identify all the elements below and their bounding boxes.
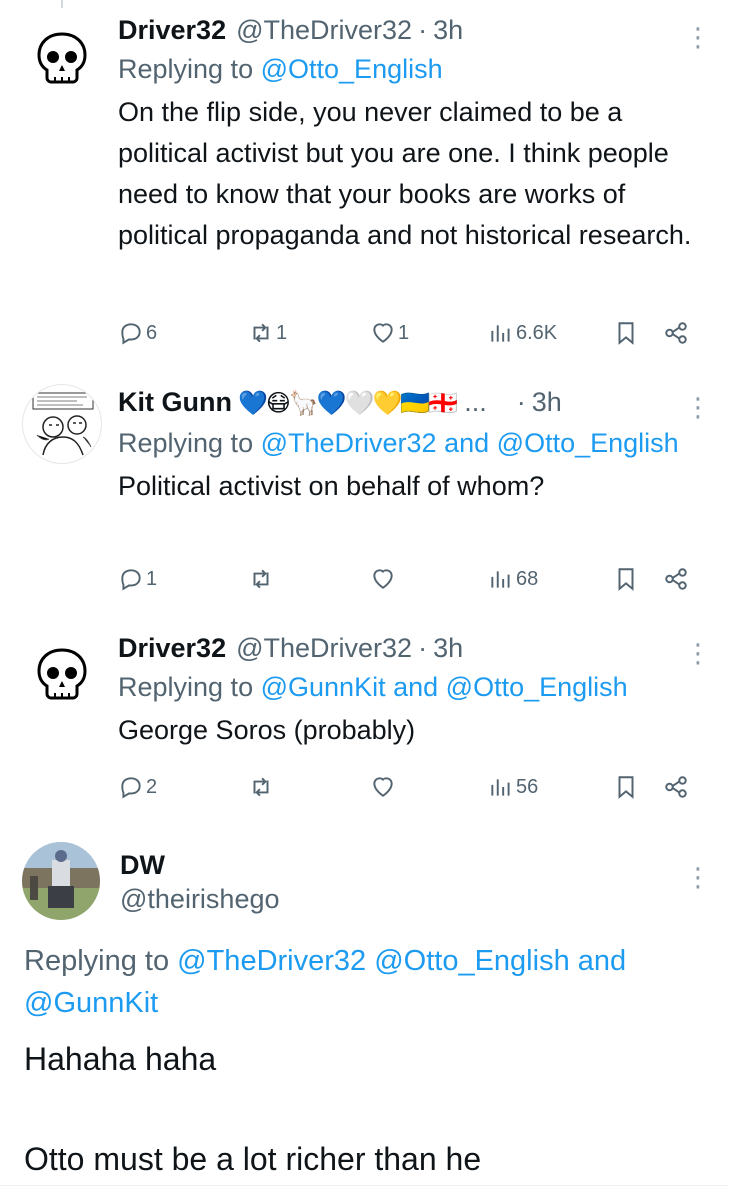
heart-icon <box>373 323 393 343</box>
reply-button[interactable]: 1 <box>118 566 157 592</box>
avatar[interactable] <box>22 636 102 716</box>
heart-icon <box>373 569 393 589</box>
like-button[interactable] <box>370 774 398 800</box>
name-emojis: 💙😷🦙💙🤍💛🇺🇦🇬🇪 <box>237 390 458 417</box>
heart-icon <box>373 777 393 797</box>
more-vertical-icon[interactable]: ⋮ <box>685 864 711 890</box>
more-vertical-icon[interactable]: ⋮ <box>685 394 711 420</box>
repost-button[interactable]: 1 <box>248 320 287 346</box>
tweet-text-line2: Otto must be a lot richer than he <box>24 1141 482 1177</box>
separator-dot: · <box>418 633 428 663</box>
bookmark-button[interactable] <box>613 320 639 346</box>
repost-button[interactable] <box>248 566 276 592</box>
views-button[interactable]: 56 <box>488 774 538 800</box>
more-vertical-icon[interactable]: ⋮ <box>685 640 711 666</box>
views-bars-icon <box>491 571 510 588</box>
views-bars-icon <box>491 325 510 342</box>
skull-icon <box>37 648 87 700</box>
views-button[interactable]: 6.6K <box>488 320 557 346</box>
tweet-header: Kit Gunn 💙😷🦙💙🤍💛🇺🇦🇬🇪 ... · 3h <box>118 384 699 422</box>
repost-arrows-icon <box>253 777 269 797</box>
mention-link[interactable]: @GunnKit <box>261 672 386 702</box>
skull-icon <box>37 32 87 84</box>
replying-to: Replying to @Otto_English <box>118 54 443 84</box>
bookmark-icon <box>618 776 634 799</box>
author-handle[interactable]: @TheDriver32 <box>236 630 412 666</box>
share-icon <box>665 322 687 344</box>
share-button[interactable] <box>663 320 689 346</box>
more-vertical-icon[interactable]: ⋮ <box>685 24 711 50</box>
mention-link[interactable]: @Otto_English <box>497 428 679 458</box>
timestamp[interactable]: 3h <box>433 12 463 48</box>
avatar[interactable] <box>22 384 102 464</box>
mention-link[interactable]: @TheDriver32 <box>261 428 437 458</box>
share-icon <box>665 776 687 798</box>
repost-button[interactable] <box>248 774 276 800</box>
thread-connector-line <box>61 0 63 8</box>
reply-button[interactable]: 6 <box>118 320 157 346</box>
bookmark-icon <box>618 322 634 345</box>
reply-button[interactable]: 2 <box>118 774 157 800</box>
bookmark-icon <box>618 568 634 591</box>
tweet-text: On the flip side, you never claimed to b… <box>118 97 692 250</box>
reply-bubble-icon <box>121 323 141 345</box>
replying-to: Replying to @TheDriver32 @Otto_English a… <box>24 945 627 1019</box>
author-handle[interactable]: @TheDriver32 <box>236 12 412 48</box>
reply-bubble-icon <box>121 569 141 591</box>
mention-link[interactable]: @GunnKit <box>24 987 158 1019</box>
bookmark-button[interactable] <box>613 566 639 592</box>
author-name[interactable]: Kit Gunn <box>118 384 232 420</box>
name-ellipsis: ... <box>464 387 487 417</box>
tweet-text: Political activist on behalf of whom? <box>118 471 545 501</box>
profile-photo-icon <box>22 842 100 920</box>
separator-dot: · <box>516 387 526 417</box>
mention-link[interactable]: @Otto_English <box>261 54 443 84</box>
timestamp[interactable]: 3h <box>433 630 463 666</box>
separator-dot: · <box>418 15 428 45</box>
repost-arrows-icon <box>253 323 269 343</box>
tweet-header: Driver32 @TheDriver32 · 3h <box>118 630 699 666</box>
share-button[interactable] <box>663 566 689 592</box>
tweet-text-line1: Hahaha haha <box>24 1041 217 1077</box>
share-button[interactable] <box>663 774 689 800</box>
share-icon <box>665 568 687 590</box>
replying-to: Replying to @TheDriver32 and @Otto_Engli… <box>118 428 679 458</box>
cartoon-sketch-icon <box>32 392 94 456</box>
tweet-actions: 1 68 <box>118 566 698 598</box>
like-button[interactable] <box>370 566 398 592</box>
avatar[interactable] <box>22 20 102 100</box>
views-button[interactable]: 68 <box>488 566 538 592</box>
bookmark-button[interactable] <box>613 774 639 800</box>
author-name[interactable]: Driver32 <box>118 630 226 666</box>
replying-to: Replying to @GunnKit and @Otto_English <box>118 672 628 702</box>
timestamp[interactable]: 3h <box>532 384 562 420</box>
tweet-actions: 6 1 1 6.6K <box>118 320 698 352</box>
divider <box>0 1185 729 1186</box>
mention-link[interactable]: @Otto_English <box>374 945 569 977</box>
reply-bubble-icon <box>121 777 141 799</box>
mention-link[interactable]: @Otto_English <box>446 672 628 702</box>
author-name[interactable]: DW <box>120 850 165 881</box>
tweet-text: George Soros (probably) <box>118 715 416 745</box>
repost-arrows-icon <box>253 569 269 589</box>
mention-link[interactable]: @TheDriver32 <box>177 945 366 977</box>
views-bars-icon <box>491 779 510 796</box>
tweet-header: Driver32 @TheDriver32 · 3h <box>118 12 699 48</box>
author-name[interactable]: Driver32 <box>118 12 226 48</box>
main-tweet-dw[interactable]: DW @theirishego ⋮ Replying to @TheDriver… <box>0 838 729 1199</box>
author-handle[interactable]: @theirishego <box>120 884 280 915</box>
avatar[interactable] <box>22 842 100 920</box>
tweet-actions: 2 56 <box>118 774 698 806</box>
like-button[interactable]: 1 <box>370 320 409 346</box>
